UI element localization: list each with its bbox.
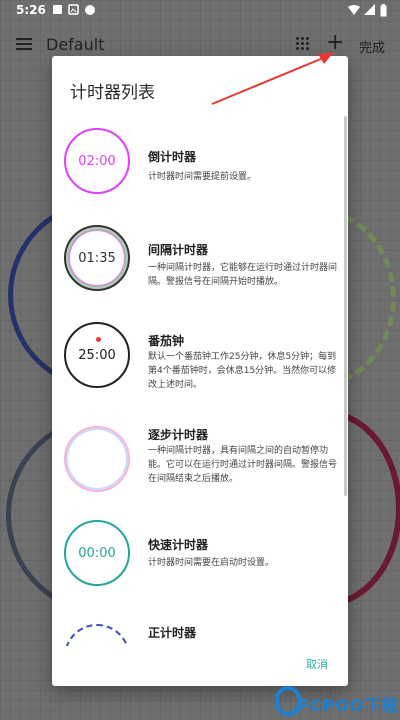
status-bar: 5:26 [0, 0, 400, 22]
status-time: 5:26 [16, 3, 46, 17]
battery-icon [380, 4, 387, 20]
timer-item-description: 默认一个番茄钟工作25分钟，休息5分钟；每到第4个番茄钟时，会休息15分钟。当然… [148, 352, 337, 390]
timer-item-description: 一种间隔计时器，具有间隔之间的自动暂停功能。它可以在运行时通过计时器间隔。警报信… [148, 446, 338, 484]
timer-item-countdown[interactable]: 02:00 倒计时器 计时器时间需要提前设置。 [52, 124, 348, 224]
stepwise-dial-icon [64, 426, 130, 492]
dialog-title: 计时器列表 [70, 83, 155, 103]
pomodoro-dial-icon: 25:00 [64, 322, 130, 388]
menu-icon[interactable] [16, 38, 32, 50]
timer-item-name: 番茄钟 [148, 334, 185, 348]
done-button[interactable]: 完成 [359, 37, 385, 56]
grid-icon[interactable] [295, 36, 309, 50]
timer-item-stepwise[interactable]: 逐步计时器 一种间隔计时器，具有间隔之间的自动暂停功能。它可以在运行时通过计时器… [52, 418, 348, 518]
countdown-dial-icon: 02:00 [64, 128, 130, 194]
timer-list-dialog: 计时器列表 02:00 倒计时器 计时器时间需要提前设置。 01:35 间隔计时… [52, 56, 348, 686]
wifi-icon [348, 4, 360, 19]
image-icon [68, 4, 79, 18]
timer-item-name: 间隔计时器 [148, 243, 209, 257]
watermark-text: PCPOO下载 [297, 696, 399, 715]
stopwatch-dial-icon [64, 624, 130, 646]
timer-item-description: 计时器时间需要提前设置。 [148, 172, 257, 182]
timer-list: 02:00 倒计时器 计时器时间需要提前设置。 01:35 间隔计时器 一种间隔… [52, 116, 348, 646]
cancel-button[interactable]: 取消 [306, 656, 328, 672]
timer-item-name: 正计时器 [148, 626, 197, 640]
timer-item-description: 一种间隔计时器，它能够在运行时通过计时器间隔。警报信号在间隔开始时播放。 [148, 263, 338, 287]
scrollbar[interactable] [344, 116, 347, 496]
timer-item-stopwatch[interactable]: 正计时器 [52, 610, 348, 646]
timer-item-name: 快速计时器 [148, 538, 209, 552]
circle-icon [84, 4, 96, 19]
app-title: Default [46, 35, 105, 54]
timer-item-name: 逐步计时器 [148, 428, 209, 442]
add-icon[interactable]: + [326, 32, 344, 54]
timer-item-quick[interactable]: 00:00 快速计时器 计时器时间需要在启动时设置。 [52, 516, 348, 616]
watermark: PCPOO下载 [275, 684, 400, 720]
dial-time: 02:00 [78, 153, 116, 169]
interval-dial-icon: 01:35 [64, 225, 130, 291]
quick-dial-icon: 00:00 [64, 520, 130, 586]
signal-icon [364, 4, 375, 19]
dial-time: 01:35 [78, 250, 116, 266]
timer-item-interval[interactable]: 01:35 间隔计时器 一种间隔计时器，它能够在运行时通过计时器间隔。警报信号在… [52, 221, 348, 321]
timer-item-description: 计时器时间需要在启动时设置。 [148, 558, 275, 568]
tomato-dot-icon [96, 337, 101, 342]
notification-icon [52, 4, 63, 18]
dial-time: 25:00 [78, 347, 116, 363]
timer-item-pomodoro[interactable]: 25:00 番茄钟 默认一个番茄钟工作25分钟，休息5分钟；每到第4个番茄钟时，… [52, 318, 348, 418]
dial-time: 00:00 [78, 545, 116, 561]
timer-item-name: 倒计时器 [148, 150, 197, 164]
